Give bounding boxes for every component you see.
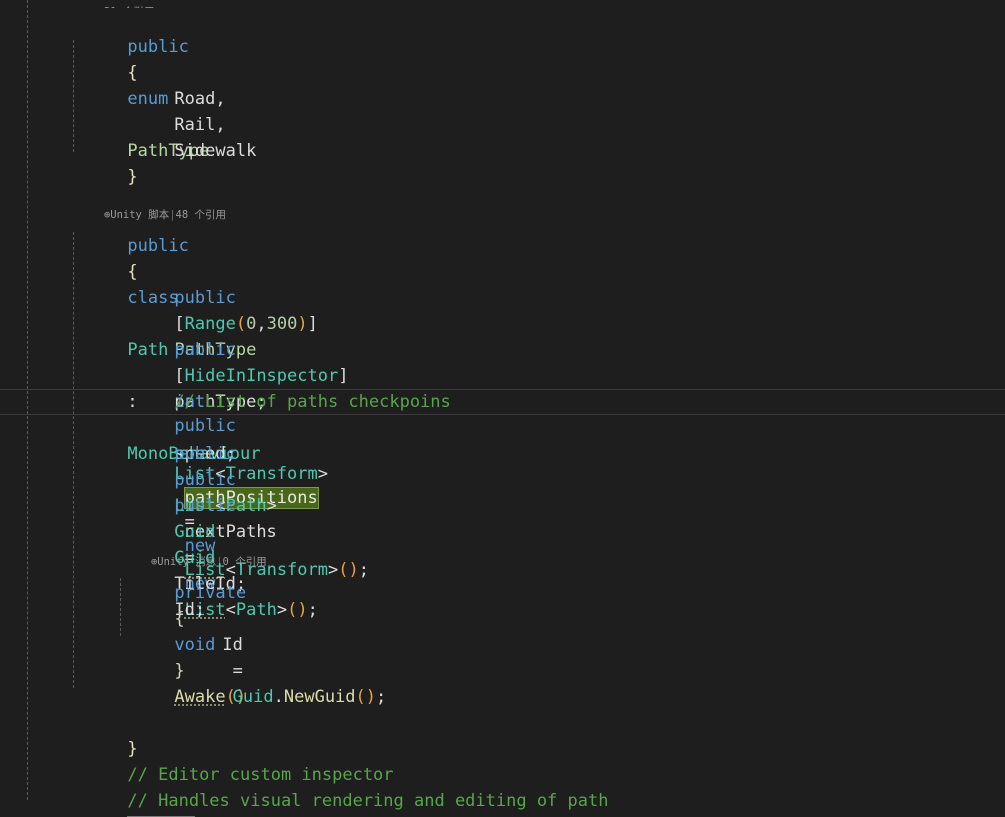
line-field-pathpositions[interactable]: public List<Transform> pathPositions = n… <box>0 389 1005 580</box>
line-field-speed[interactable]: public int speed; <box>0 311 1005 464</box>
line-enum-open-brace[interactable]: { <box>0 34 1005 83</box>
brace-close: } <box>174 661 185 681</box>
line-attribute-hideininspector[interactable]: [HideInInspector] <box>0 337 1005 386</box>
line-field-tileid[interactable]: public Guid TileId; <box>0 441 1005 594</box>
dot: . <box>273 687 284 707</box>
line-field-pathtype[interactable]: public PathType pathType; <box>0 259 1005 412</box>
code-surface[interactable]: 21 个引用 public enum PathType { Road, Rail… <box>0 0 1005 817</box>
brace-close: } <box>127 167 138 187</box>
line-field-id[interactable]: public Guid Id; <box>0 467 1005 620</box>
line-attribute-range[interactable]: [Range(0,300)] <box>0 285 1005 334</box>
type-guid: Guid <box>232 687 274 707</box>
line-method-awake[interactable]: private void Awake() <box>0 554 1005 707</box>
call-parens: () <box>355 687 377 707</box>
line-class-close-brace[interactable]: } <box>0 710 1005 759</box>
codelens-class-path[interactable]: ⊕Unity 脚本|48 个引用 <box>0 190 1005 221</box>
line-enum-member-rail[interactable]: Rail, <box>0 86 1005 135</box>
line-awake-open-brace[interactable]: { <box>0 580 1005 629</box>
line-comment-editor-custom[interactable]: // Editor custom inspector <box>0 736 1005 785</box>
code-editor[interactable]: 21 个引用 public enum PathType { Road, Rail… <box>0 0 1005 817</box>
keyword-public: public <box>174 496 236 516</box>
line-inline-edit-editor[interactable]: Editor <box>0 788 1005 817</box>
line-class-open-brace[interactable]: { <box>0 233 1005 282</box>
line-enum-member-sidewalk[interactable]: Sidewalk <box>0 112 1005 161</box>
line-comment-checkpoints[interactable]: // List of paths checkpoins <box>0 363 1005 412</box>
equals: = <box>232 661 243 681</box>
line-comment-editor-handles[interactable]: // Handles visual rendering and editing … <box>0 762 1005 811</box>
line-enum-declaration[interactable]: public enum PathType <box>0 8 1005 161</box>
line-field-nextpaths[interactable]: public List<Path> nextPaths = new List<P… <box>0 415 1005 620</box>
semicolon: ; <box>376 687 387 707</box>
method-newguid: NewGuid <box>283 687 356 707</box>
codelens-enum[interactable]: 21 个引用 <box>0 0 1005 8</box>
line-class-declaration[interactable]: public class Path : MonoBehaviour <box>0 207 1005 464</box>
line-enum-close-brace[interactable]: } <box>0 138 1005 187</box>
line-awake-close-brace[interactable]: } <box>0 632 1005 681</box>
angle-close: > <box>266 496 277 516</box>
line-enum-member-road[interactable]: Road, <box>0 60 1005 109</box>
line-statement-newguid[interactable]: Id = Guid.NewGuid(); <box>0 606 1005 707</box>
